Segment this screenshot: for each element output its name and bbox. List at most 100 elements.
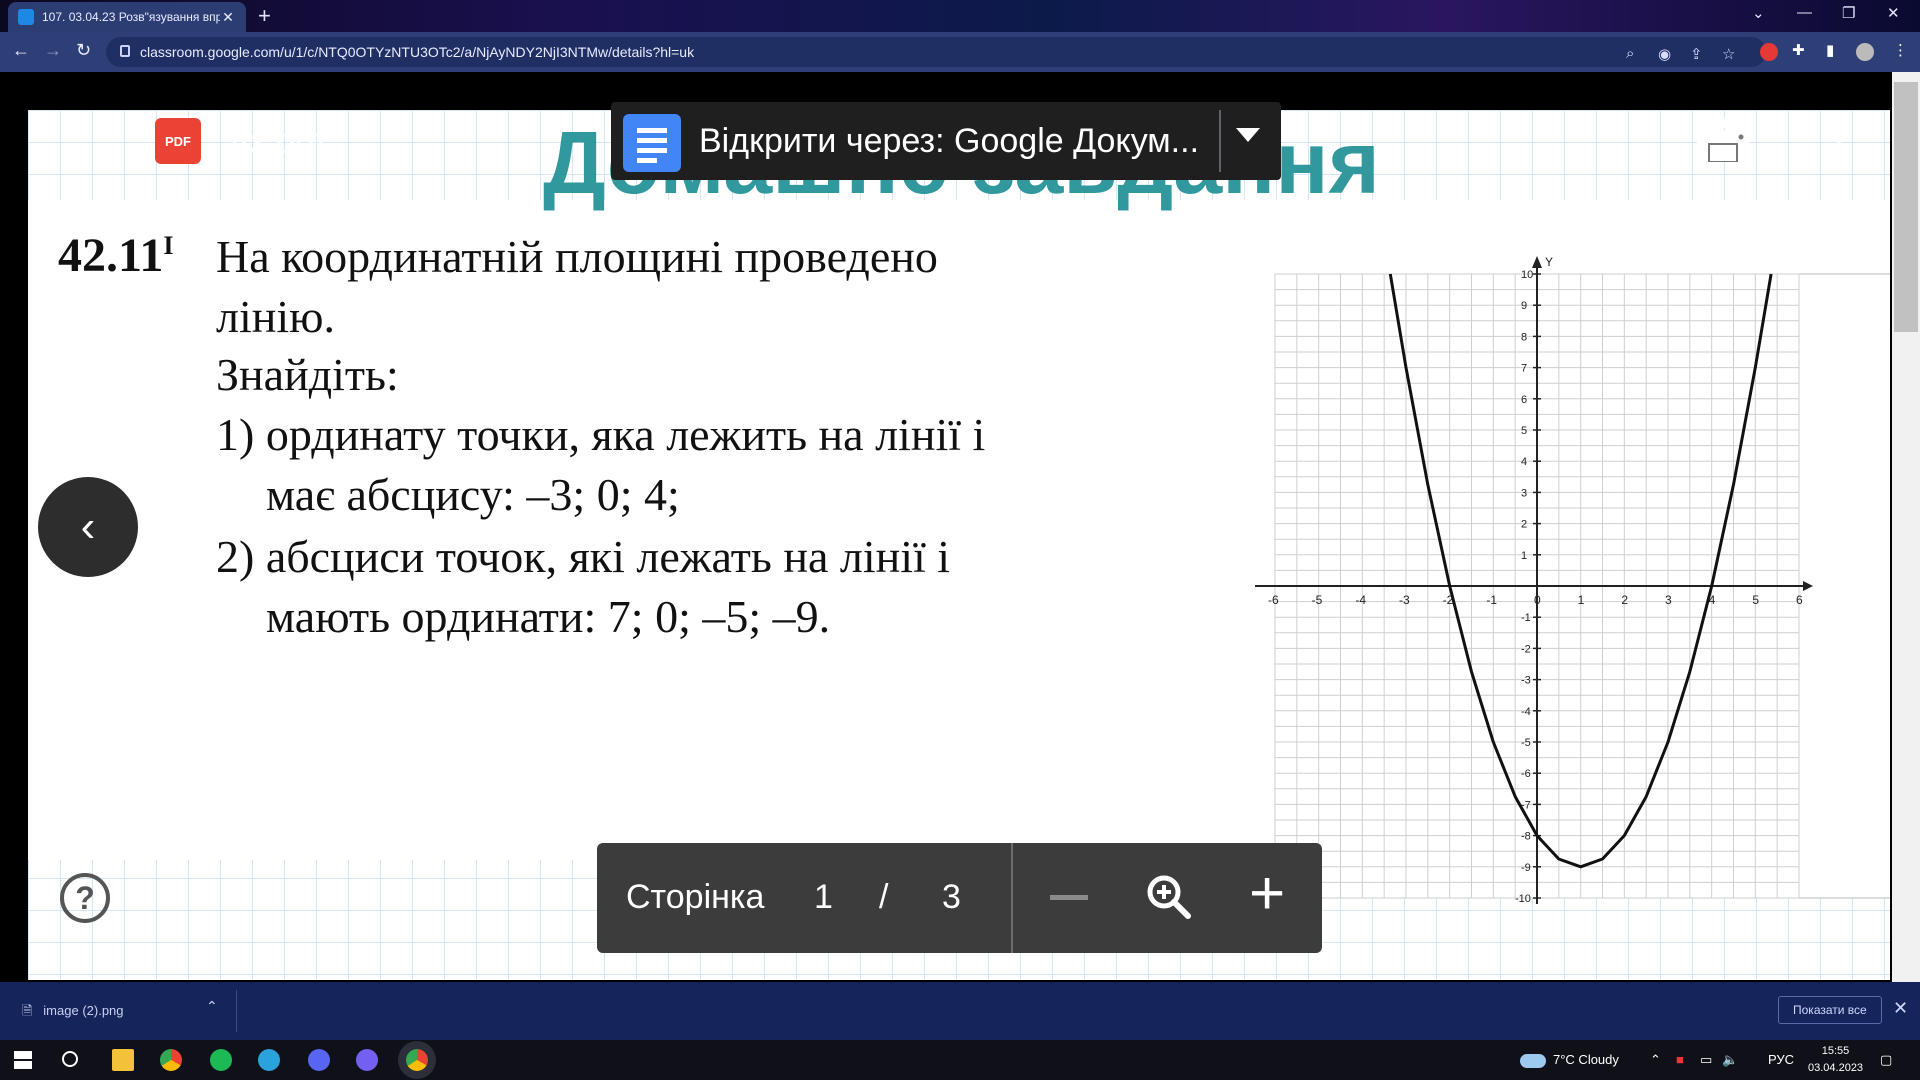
- pdf-file-icon: PDF: [155, 118, 201, 164]
- url-text: classroom.google.com/u/1/c/NTQ0OTYzNTU3O…: [140, 44, 695, 60]
- clock-time: 15:55: [1821, 1045, 1850, 1057]
- problem-number: 42.11I: [58, 228, 173, 283]
- chevron-left-icon: ‹: [80, 502, 96, 551]
- coordinate-graph: -6 -5 -4 -3 -2 -1 0 1 2 3 4 5 6 -10-9-8-7-6-5-4-3-2-…: [1255, 255, 1890, 905]
- window-close-button[interactable]: ✕: [1887, 4, 1900, 22]
- download-item[interactable]: 🗎 image (2).png: [22, 1002, 124, 1024]
- previous-file-button[interactable]: ‹: [38, 477, 138, 577]
- weather-text[interactable]: 7°C Cloudy: [1553, 1052, 1619, 1067]
- zoom-in-icon[interactable]: +: [1249, 863, 1285, 925]
- telegram-icon[interactable]: [258, 1049, 280, 1071]
- profile-avatar[interactable]: [1856, 43, 1874, 61]
- page-scrollbar[interactable]: [1892, 72, 1920, 982]
- zoom-icon[interactable]: ⌕: [1626, 45, 1634, 62]
- tray-sound-icon[interactable]: 🔈: [1722, 1052, 1738, 1068]
- x-tick-label: 3: [1665, 593, 1672, 607]
- reload-icon[interactable]: ↻: [76, 40, 91, 61]
- side-panel-icon[interactable]: ▮: [1826, 41, 1834, 59]
- help-icon[interactable]: ?: [60, 873, 110, 923]
- y-tick-label: 4: [1521, 456, 1527, 468]
- page-current[interactable]: 1: [814, 878, 833, 917]
- y-tick-label: -10: [1515, 893, 1531, 905]
- x-tick-label: 0: [1534, 593, 1541, 607]
- x-tick-label: -3: [1399, 593, 1410, 607]
- x-tick-label: -6: [1268, 593, 1279, 607]
- x-tick-label: 2: [1621, 593, 1628, 607]
- viewer-more-icon[interactable]: [1835, 118, 1844, 166]
- extensions-puzzle-icon[interactable]: ✚: [1792, 41, 1805, 59]
- problem-line-7: мають ординати: 7; 0; –5; –9.: [266, 591, 831, 642]
- tray-network-icon[interactable]: ▭: [1700, 1052, 1712, 1068]
- tab-search-icon[interactable]: ⌄: [1752, 4, 1765, 22]
- page-nav-divider: [1011, 843, 1013, 953]
- open-with-label: Відкрити через: Google Докум...: [699, 122, 1200, 160]
- y-tick-label: 6: [1521, 394, 1527, 406]
- share-icon[interactable]: ⇪: [1690, 45, 1703, 63]
- menu-kebab-icon[interactable]: ⋮: [1893, 41, 1908, 59]
- restore-button[interactable]: ❐: [1842, 4, 1855, 22]
- input-language[interactable]: РУС: [1768, 1052, 1794, 1067]
- download-options-icon[interactable]: ⌃: [206, 998, 218, 1015]
- problem-line-2: лінію.: [216, 291, 335, 342]
- classroom-favicon-icon: [18, 9, 34, 25]
- viber-icon[interactable]: [356, 1049, 378, 1071]
- y-axis-arrow: [1532, 256, 1542, 268]
- x-tick-label: 6: [1796, 593, 1803, 607]
- problem-line-1: На координатній площині проведено: [216, 231, 938, 282]
- search-icon[interactable]: [62, 1051, 78, 1067]
- forward-icon[interactable]: →: [44, 40, 62, 61]
- extension-icon[interactable]: [1760, 43, 1778, 61]
- problem-number-text: 42.11: [58, 229, 164, 282]
- open-with-divider: [1219, 110, 1221, 172]
- windows-taskbar: 7°C Cloudy ⌃ ■ ▭ 🔈 РУС 15:55 03.04.2023 ▢: [0, 1040, 1920, 1080]
- problem-line-4: 1) ординату точки, яка лежить на лінії і: [216, 409, 986, 460]
- page-separator: /: [879, 878, 889, 916]
- open-with-dropdown-icon[interactable]: [1236, 128, 1260, 142]
- browser-toolbar: ← → ↻ classroom.google.com/u/1/c/NTQ0OTY…: [0, 32, 1920, 72]
- zoom-out-icon[interactable]: [1050, 895, 1088, 900]
- address-bar[interactable]: classroom.google.com/u/1/c/NTQ0OTYzNTU3O…: [106, 37, 1766, 67]
- y-tick-label: -9: [1521, 862, 1531, 874]
- y-tick-label: 7: [1521, 363, 1527, 375]
- page-label: Сторінка: [626, 878, 765, 916]
- x-tick-label: -1: [1486, 593, 1497, 607]
- page-navigation-bar: Сторінка 1 / 3 +: [597, 843, 1322, 953]
- open-with-button[interactable]: Відкрити через: Google Докум...: [611, 102, 1281, 180]
- print-icon[interactable]: [1697, 118, 1749, 162]
- problem-level: I: [163, 231, 174, 260]
- viewer-back-icon[interactable]: ←: [55, 118, 99, 168]
- tray-app-icon[interactable]: ■: [1676, 1052, 1684, 1067]
- chrome-active-icon[interactable]: [406, 1049, 428, 1071]
- discord-icon[interactable]: [308, 1049, 330, 1071]
- scrollbar-thumb[interactable]: [1894, 82, 1918, 332]
- problem-line-6: 2) абсциси точок, які лежать на лінії і: [216, 531, 951, 582]
- file-explorer-icon[interactable]: [112, 1049, 134, 1071]
- weather-cloud-icon: [1520, 1054, 1546, 1068]
- y-tick-label: 9: [1521, 300, 1527, 312]
- chrome-icon[interactable]: [160, 1049, 182, 1071]
- x-tick-label: 5: [1752, 593, 1759, 607]
- minimize-button[interactable]: —: [1797, 4, 1812, 21]
- y-tick-label: 3: [1521, 487, 1527, 499]
- spotify-icon[interactable]: [210, 1049, 232, 1071]
- y-tick-label: 10: [1521, 269, 1533, 281]
- system-clock[interactable]: 15:55 03.04.2023: [1808, 1043, 1863, 1077]
- y-tick-label: -5: [1521, 737, 1531, 749]
- download-bar-close-icon[interactable]: ✕: [1893, 998, 1908, 1019]
- tray-chevron-icon[interactable]: ⌃: [1650, 1052, 1661, 1068]
- start-windows-icon[interactable]: [14, 1051, 32, 1069]
- x-tick-label: -5: [1312, 593, 1323, 607]
- x-tick-label: -4: [1355, 593, 1366, 607]
- notifications-icon[interactable]: ▢: [1880, 1052, 1892, 1068]
- new-tab-button[interactable]: +: [258, 4, 271, 28]
- tracking-icon[interactable]: ◉: [1658, 45, 1671, 63]
- browser-tab-active[interactable]: 107. 03.04.23 Розв"язування впр ✕: [8, 2, 246, 32]
- show-all-downloads-button[interactable]: Показати все: [1778, 996, 1882, 1024]
- back-icon[interactable]: ←: [12, 40, 30, 61]
- bookmark-star-icon[interactable]: ☆: [1722, 45, 1735, 63]
- problem-line-5: має абсцису: –3; 0; 4;: [266, 469, 680, 520]
- tab-title: 107. 03.04.23 Розв"язування впр: [42, 10, 220, 24]
- zoom-reset-icon[interactable]: [1145, 873, 1193, 921]
- tab-close-icon[interactable]: ✕: [220, 9, 236, 26]
- page-total: 3: [942, 878, 961, 916]
